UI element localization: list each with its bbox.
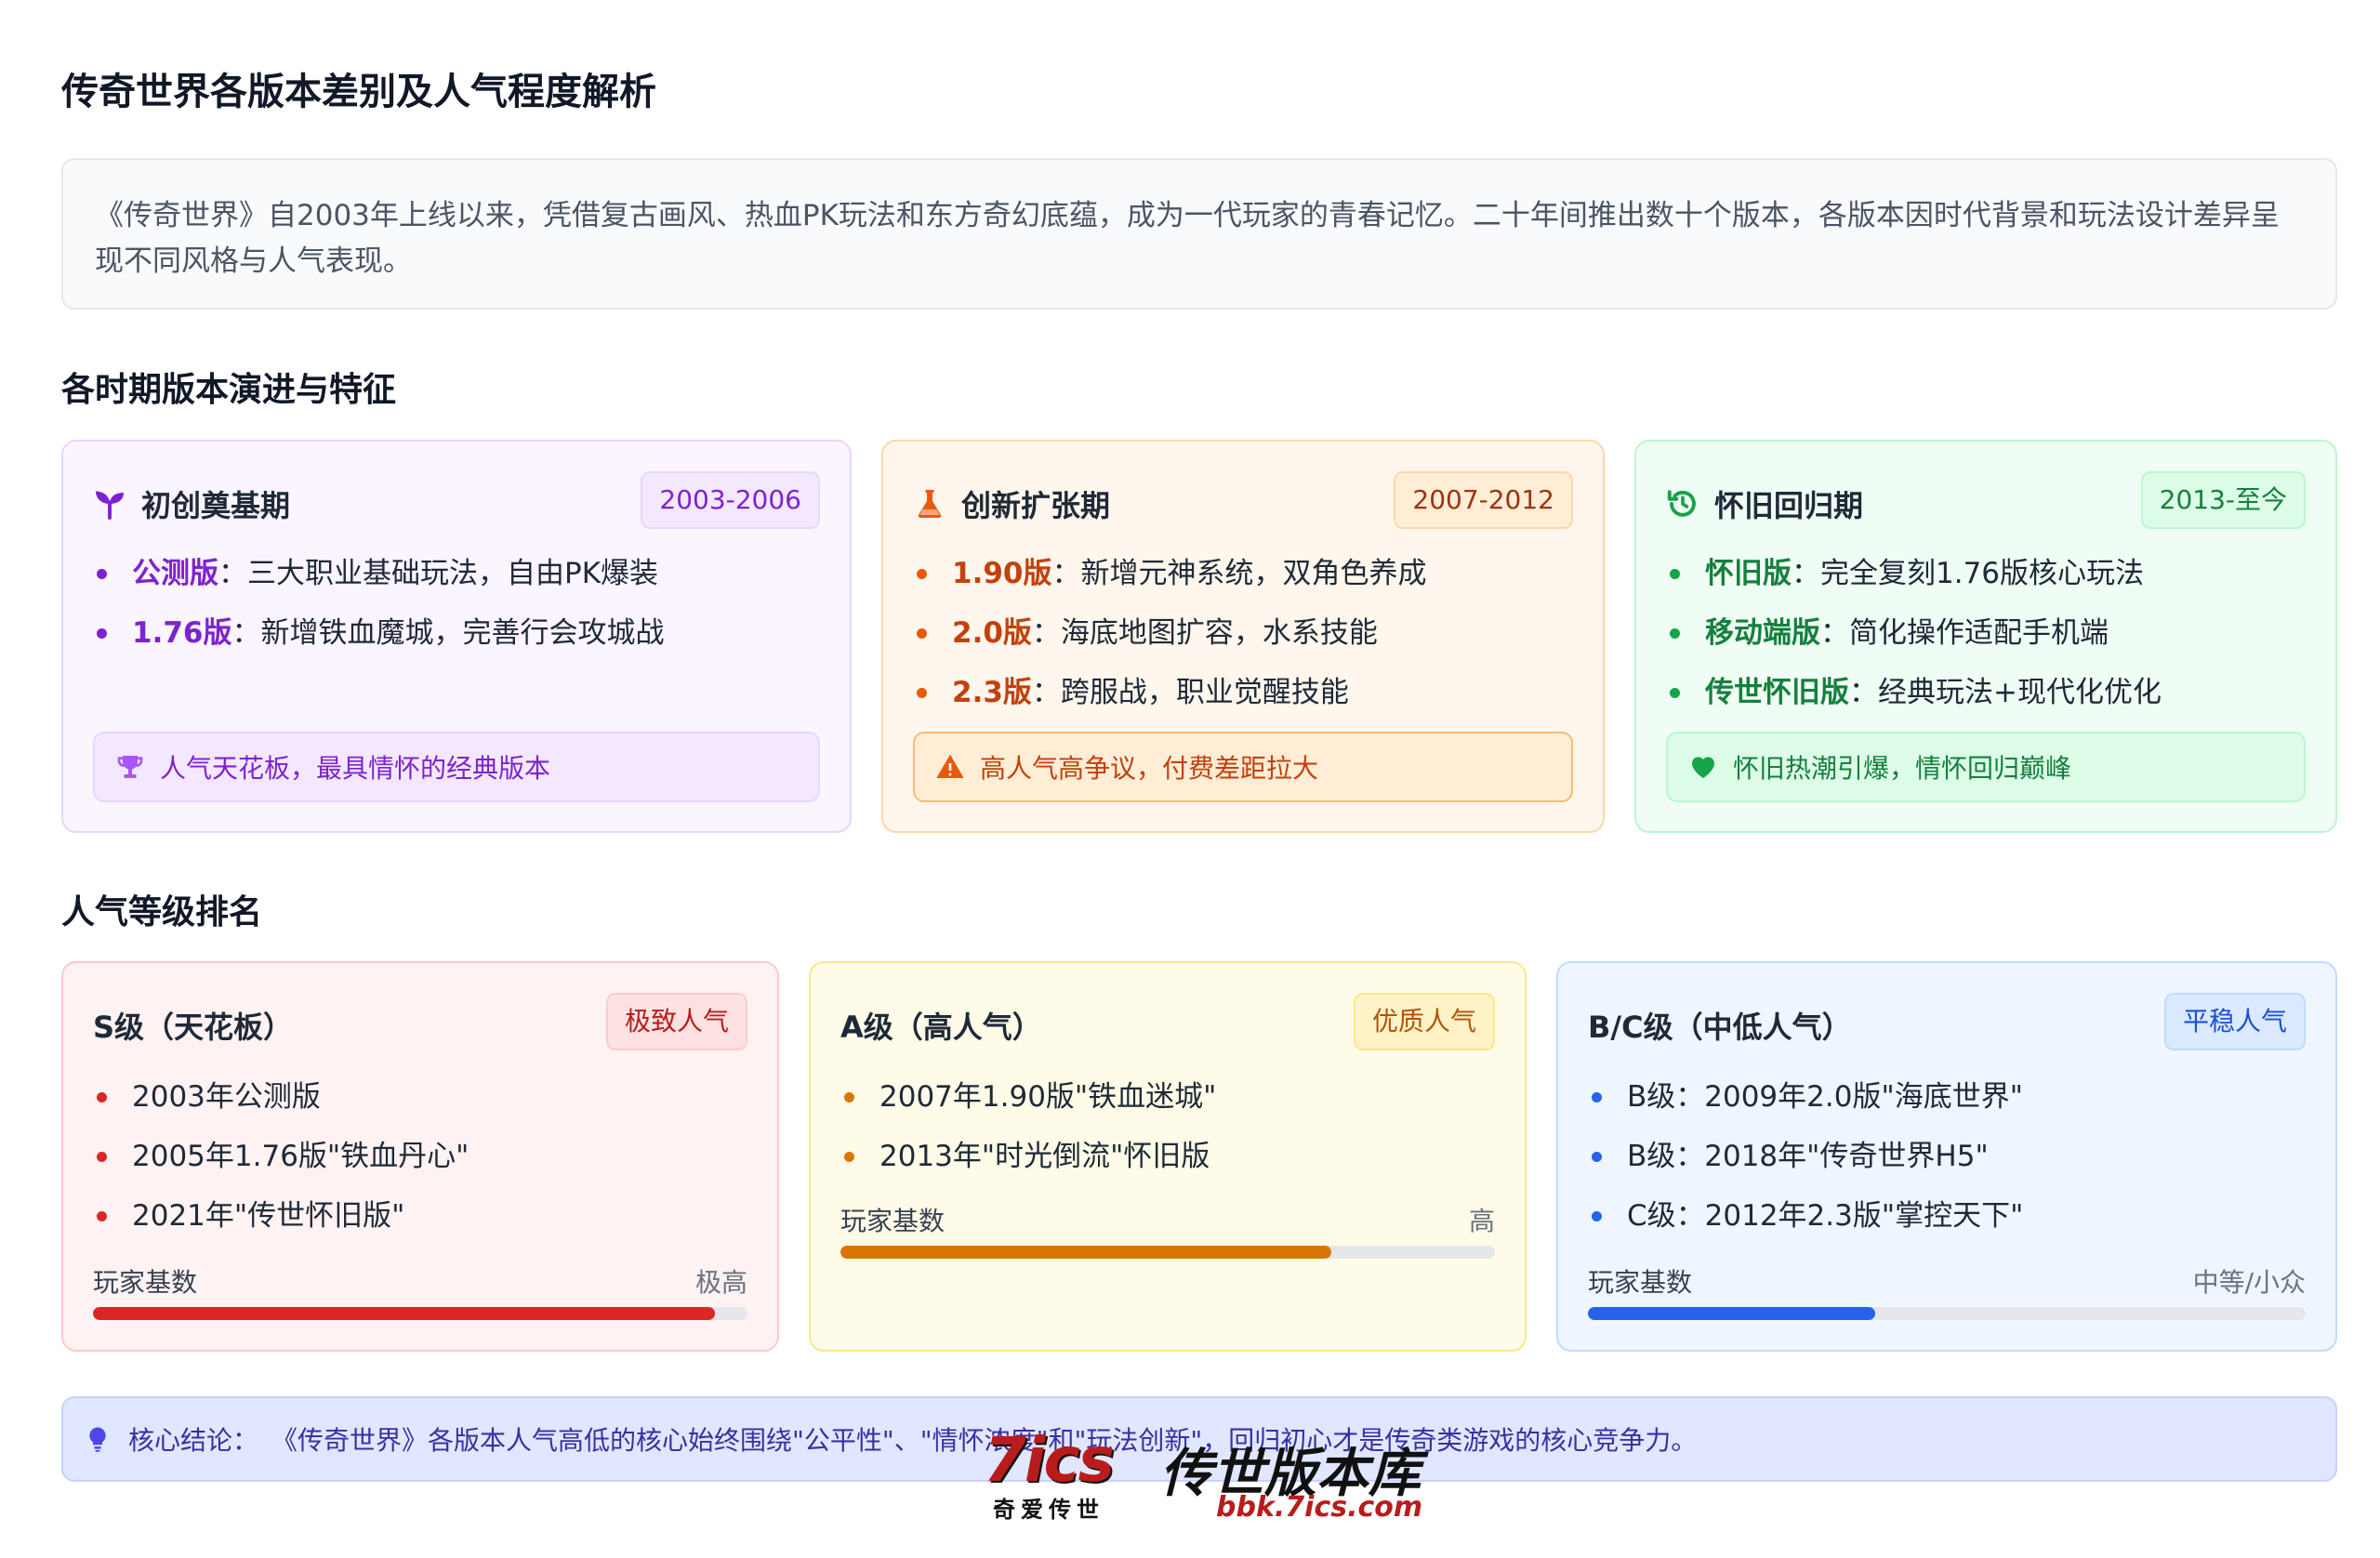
card-header: S级（天花板） 极致人气 bbox=[93, 993, 747, 1050]
version-list: 公测版：三大职业基础玩法，自由PK爆装 1.76版：新增铁血魔城，完善行会攻城战 bbox=[93, 544, 820, 663]
list-item: 1.76版：新增铁血魔城，完善行会攻城战 bbox=[93, 603, 820, 663]
period-note: 人气天花板，最具情怀的经典版本 bbox=[93, 732, 820, 802]
meter-fill bbox=[840, 1246, 1331, 1259]
watermark-logo: 7ics 传世版本库 奇爱传世 bbk.7ics.com bbox=[984, 1424, 1423, 1526]
heart-icon bbox=[1692, 757, 1714, 778]
watermark-url: bbk.7ics.com bbox=[1216, 1491, 1423, 1524]
list-item: 2013年"时光倒流"怀旧版 bbox=[840, 1127, 1495, 1186]
rank-list: B级：2009年2.0版"海底世界" B级：2018年"传奇世界H5" C级：2… bbox=[1588, 1067, 2306, 1246]
meter-level: 极高 bbox=[694, 1267, 747, 1298]
period-card-expansion: 创新扩张期 2007-2012 1.90版：新增元神系统，双角色养成 2.0版：… bbox=[881, 440, 1605, 833]
rank-badge: 优质人气 bbox=[1353, 993, 1495, 1050]
list-item: 怀旧版：完全复刻1.76版核心玩法 bbox=[1666, 544, 2306, 603]
note-text: 人气天花板，最具情怀的经典版本 bbox=[160, 753, 551, 784]
card-header: 怀旧回归期 2013-至今 bbox=[1666, 471, 2306, 529]
page-title: 传奇世界各版本差别及人气程度解析 bbox=[61, 71, 656, 113]
rank-card-bc: B/C级（中低人气） 平稳人气 B级：2009年2.0版"海底世界" B级：20… bbox=[1556, 961, 2337, 1352]
card-header: 初创奠基期 2003-2006 bbox=[93, 471, 820, 529]
meter-fill bbox=[93, 1307, 715, 1320]
section-title-ranking: 人气等级排名 bbox=[61, 893, 263, 931]
note-text: 高人气高争议，付费差距拉大 bbox=[980, 753, 1319, 784]
meter-label: 玩家基数 高 bbox=[840, 1201, 1495, 1238]
card-title-text: A级（高人气） bbox=[840, 1010, 1042, 1045]
watermark-mark: 7ics bbox=[984, 1424, 1115, 1496]
seedling-icon bbox=[96, 491, 124, 520]
meter-track bbox=[1588, 1307, 2306, 1320]
list-item: B级：2009年2.0版"海底世界" bbox=[1588, 1067, 2306, 1127]
period-card-founding: 初创奠基期 2003-2006 公测版：三大职业基础玩法，自由PK爆装 1.76… bbox=[61, 440, 852, 833]
intro-box: 《传奇世界》自2003年上线以来，凭借复古画风、热血PK玩法和东方奇幻底蕴，成为… bbox=[61, 158, 2337, 310]
player-base-meter: 玩家基数 极高 bbox=[93, 1262, 747, 1320]
history-icon bbox=[1667, 490, 1696, 517]
list-item: C级：2012年2.3版"掌控天下" bbox=[1588, 1186, 2306, 1246]
card-title-text: S级（天花板） bbox=[93, 1010, 294, 1045]
list-item: 2007年1.90版"铁血迷城" bbox=[840, 1067, 1495, 1127]
card-title-text: 初创奠基期 bbox=[141, 488, 291, 523]
meter-fill bbox=[1588, 1307, 1875, 1320]
list-item: 1.90版：新增元神系统，双角色养成 bbox=[913, 544, 1573, 603]
list-item: 移动端版：简化操作适配手机端 bbox=[1666, 603, 2306, 663]
note-text: 怀旧热潮引爆，情怀回归巅峰 bbox=[1733, 753, 2072, 784]
card-title: B/C级（中低人气） bbox=[1588, 1004, 1852, 1047]
flask-icon bbox=[918, 490, 942, 518]
list-item: 2003年公测版 bbox=[93, 1067, 747, 1127]
period-badge: 2013-至今 bbox=[2140, 471, 2306, 529]
card-title: A级（高人气） bbox=[840, 1004, 1042, 1047]
card-header: A级（高人气） 优质人气 bbox=[840, 993, 1495, 1050]
list-item: 公测版：三大职业基础玩法，自由PK爆装 bbox=[93, 544, 820, 603]
list-item: 传世怀旧版：经典玩法+现代化优化 bbox=[1666, 663, 2306, 722]
period-card-nostalgia: 怀旧回归期 2013-至今 怀旧版：完全复刻1.76版核心玩法 移动端版：简化操… bbox=[1634, 440, 2337, 833]
rank-list: 2007年1.90版"铁血迷城" 2013年"时光倒流"怀旧版 bbox=[840, 1067, 1495, 1186]
meter-track bbox=[840, 1246, 1495, 1259]
conclusion-label: 核心结论： bbox=[128, 1425, 259, 1456]
card-header: B/C级（中低人气） 平稳人气 bbox=[1588, 993, 2306, 1050]
period-note: 怀旧热潮引爆，情怀回归巅峰 bbox=[1666, 732, 2306, 802]
card-title: 创新扩张期 bbox=[913, 482, 1110, 525]
trophy-icon bbox=[117, 756, 143, 778]
player-base-meter: 玩家基数 高 bbox=[840, 1201, 1495, 1259]
card-title: S级（天花板） bbox=[93, 1004, 293, 1047]
meter-label: 玩家基数 中等/小众 bbox=[1588, 1262, 2306, 1300]
rank-card-a: A级（高人气） 优质人气 2007年1.90版"铁血迷城" 2013年"时光倒流… bbox=[809, 961, 1527, 1352]
card-title: 怀旧回归期 bbox=[1666, 482, 1863, 525]
section-title-periods: 各时期版本演进与特征 bbox=[61, 371, 397, 409]
list-item: 2005年1.76版"铁血丹心" bbox=[93, 1127, 747, 1186]
card-title: 初创奠基期 bbox=[93, 482, 290, 525]
period-badge: 2007-2012 bbox=[1394, 471, 1573, 529]
card-title-text: 创新扩张期 bbox=[961, 488, 1111, 523]
list-item: B级：2018年"传奇世界H5" bbox=[1588, 1127, 2306, 1186]
version-list: 1.90版：新增元神系统，双角色养成 2.0版：海底地图扩容，水系技能 2.3版… bbox=[913, 544, 1573, 722]
warning-icon bbox=[936, 754, 964, 778]
period-note: 高人气高争议，付费差距拉大 bbox=[913, 732, 1573, 802]
period-badge: 2003-2006 bbox=[641, 471, 820, 529]
meter-level: 高 bbox=[1468, 1206, 1495, 1236]
list-item: 2.3版：跨服战，职业觉醒技能 bbox=[913, 663, 1573, 722]
rank-badge: 平稳人气 bbox=[2163, 993, 2306, 1050]
watermark-sub: 奇爱传世 bbox=[993, 1497, 1104, 1523]
lightbulb-icon bbox=[89, 1427, 106, 1452]
player-base-meter: 玩家基数 中等/小众 bbox=[1588, 1262, 2306, 1320]
meter-label: 玩家基数 极高 bbox=[93, 1262, 747, 1300]
rank-list: 2003年公测版 2005年1.76版"铁血丹心" 2021年"传世怀旧版" bbox=[93, 1067, 747, 1246]
list-item: 2021年"传世怀旧版" bbox=[93, 1186, 747, 1246]
version-list: 怀旧版：完全复刻1.76版核心玩法 移动端版：简化操作适配手机端 传世怀旧版：经… bbox=[1666, 544, 2306, 722]
intro-text: 《传奇世界》自2003年上线以来，凭借复古画风、热血PK玩法和东方奇幻底蕴，成为… bbox=[95, 199, 2280, 278]
rank-card-s: S级（天花板） 极致人气 2003年公测版 2005年1.76版"铁血丹心" 2… bbox=[61, 961, 779, 1352]
list-item: 2.0版：海底地图扩容，水系技能 bbox=[913, 603, 1573, 663]
meter-track bbox=[93, 1307, 747, 1320]
meter-level: 中等/小众 bbox=[2192, 1267, 2306, 1298]
card-title-text: 怀旧回归期 bbox=[1714, 488, 1864, 523]
card-header: 创新扩张期 2007-2012 bbox=[913, 471, 1573, 529]
card-title-text: B/C级（中低人气） bbox=[1588, 1010, 1852, 1045]
rank-badge: 极致人气 bbox=[605, 993, 747, 1050]
